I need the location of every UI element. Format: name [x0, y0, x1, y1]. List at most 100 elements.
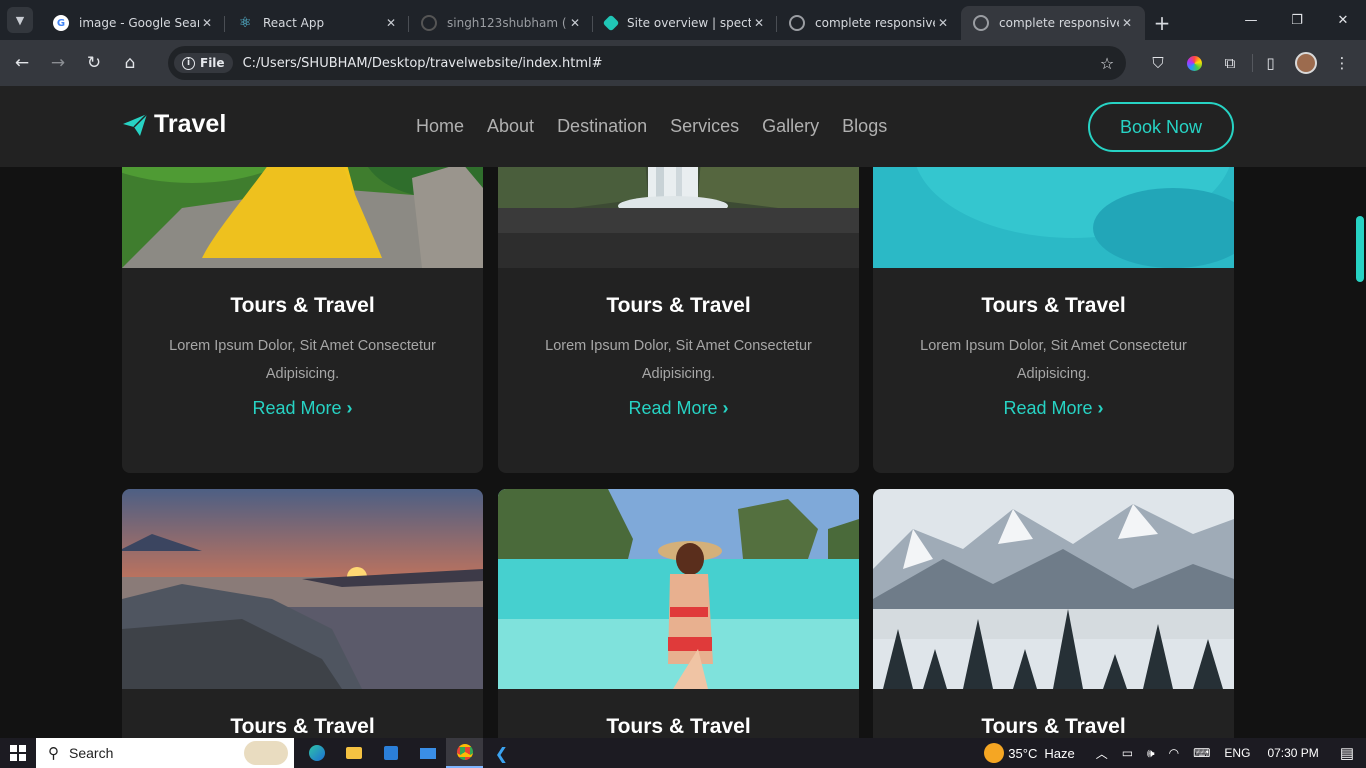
weather-sun-icon: [984, 743, 1005, 763]
tab[interactable]: ⚛ React App ✕: [225, 6, 409, 40]
keyboard-icon[interactable]: ⌨: [1193, 746, 1210, 760]
react-icon: ⚛: [238, 15, 252, 31]
shield-extension-icon[interactable]: ⛉: [1140, 45, 1176, 81]
card-text: Lorem Ipsum Dolor, Sit Amet Consectetur …: [169, 338, 436, 382]
windows-start-icon[interactable]: [0, 738, 36, 768]
puzzle-extensions-icon[interactable]: ⧉: [1212, 45, 1248, 81]
read-more-link[interactable]: Read More ›: [122, 398, 483, 419]
vscode-icon[interactable]: ❮: [483, 738, 520, 768]
close-tab-icon[interactable]: ✕: [1119, 16, 1135, 30]
chrome-icon[interactable]: [446, 738, 483, 768]
netlify-icon: [602, 14, 620, 32]
minimize-icon[interactable]: —: [1228, 0, 1274, 40]
close-tab-icon[interactable]: ✕: [383, 16, 399, 30]
bookmark-star-icon[interactable]: ☆: [1094, 54, 1120, 73]
info-icon: i: [182, 56, 195, 70]
site-nav: Home About Destination Services Gallery …: [416, 116, 887, 137]
page-scrollbar-thumb[interactable]: [1356, 216, 1364, 282]
nav-blogs[interactable]: Blogs: [842, 116, 887, 137]
card-title: Tours & Travel: [606, 294, 751, 317]
mail-icon[interactable]: [409, 738, 446, 768]
card-title: Tours & Travel: [230, 294, 375, 317]
weather-temp[interactable]: 35°C: [1008, 746, 1037, 761]
globe-icon: [789, 15, 805, 31]
store-icon[interactable]: [372, 738, 409, 768]
github-icon: [421, 15, 437, 31]
url-text[interactable]: C:/Users/SHUBHAM/Desktop/travelwebsite/i…: [243, 56, 1094, 71]
reload-icon[interactable]: ↻: [76, 45, 112, 81]
page-viewport: Travel Home About Destination Services G…: [0, 86, 1366, 738]
close-tab-icon[interactable]: ✕: [567, 16, 583, 30]
search-highlight-icon: [244, 741, 288, 765]
google-icon: G: [53, 15, 69, 31]
chevron-right-icon: ›: [346, 398, 353, 418]
nav-gallery[interactable]: Gallery: [762, 116, 819, 137]
edge-icon[interactable]: [298, 738, 335, 768]
forward-icon[interactable]: →: [40, 45, 76, 81]
avatar: [1295, 52, 1317, 74]
tab-active[interactable]: complete responsive ✕: [961, 6, 1145, 40]
file-explorer-icon[interactable]: [335, 738, 372, 768]
globe-icon: [973, 15, 989, 31]
menu-kebab-icon[interactable]: ⋮: [1324, 45, 1360, 81]
windows-taskbar: ⚲ Search ❮ 35°C Haze ︿ ▭ 🕪 ◠ ⌨ ENG 07:30…: [0, 738, 1366, 768]
language-indicator[interactable]: ENG: [1224, 746, 1250, 760]
site-header: Travel Home About Destination Services G…: [0, 86, 1366, 167]
new-tab-button[interactable]: +: [1145, 6, 1179, 40]
tab-strip: ▼ G image - Google Searc ✕ ⚛ React App ✕…: [0, 0, 1366, 40]
chevron-up-icon[interactable]: ︿: [1096, 745, 1108, 762]
site-info-chip[interactable]: i File: [174, 53, 233, 73]
card-image-sunset-coast: [122, 489, 483, 689]
tab[interactable]: singh123shubham (SI ✕: [409, 6, 593, 40]
card-title: Tours & Travel: [230, 715, 375, 738]
nav-home[interactable]: Home: [416, 116, 464, 137]
brand-logo[interactable]: Travel: [122, 110, 226, 139]
battery-icon[interactable]: ▭: [1122, 746, 1133, 760]
card-title: Tours & Travel: [606, 715, 751, 738]
system-tray: 35°C Haze ︿ ▭ 🕪 ◠ ⌨ ENG 07:30 PM ▤: [977, 738, 1366, 768]
address-bar[interactable]: i File C:/Users/SHUBHAM/Desktop/travelweb…: [168, 46, 1126, 80]
tab[interactable]: G image - Google Searc ✕: [41, 6, 225, 40]
window-controls: — ❐ ✕: [1228, 0, 1366, 40]
restore-icon[interactable]: ❐: [1274, 0, 1320, 40]
book-now-button[interactable]: Book Now: [1088, 102, 1234, 152]
card: Tours & Travel: [122, 489, 483, 738]
card: Tours & Travel: [873, 489, 1234, 738]
side-panel-icon[interactable]: ▯: [1252, 54, 1288, 72]
close-tab-icon[interactable]: ✕: [935, 16, 951, 30]
card: Tours & Travel: [498, 489, 859, 738]
clock[interactable]: 07:30 PM: [1267, 746, 1318, 760]
close-tab-icon[interactable]: ✕: [199, 16, 215, 30]
wifi-icon[interactable]: ◠: [1169, 746, 1179, 760]
color-extension-icon[interactable]: [1176, 45, 1212, 81]
notification-icon[interactable]: ▤: [1340, 744, 1354, 762]
card-text: Lorem Ipsum Dolor, Sit Amet Consectetur …: [545, 338, 812, 382]
tab-search-button[interactable]: ▼: [7, 7, 33, 33]
card-title: Tours & Travel: [981, 715, 1126, 738]
card-title: Tours & Travel: [981, 294, 1126, 317]
nav-services[interactable]: Services: [670, 116, 739, 137]
read-more-link[interactable]: Read More ›: [498, 398, 859, 419]
nav-destination[interactable]: Destination: [557, 116, 647, 137]
chevron-right-icon: ›: [1097, 398, 1104, 418]
profile-avatar[interactable]: [1288, 45, 1324, 81]
taskbar-search[interactable]: ⚲ Search: [36, 738, 294, 768]
chevron-right-icon: ›: [722, 398, 729, 418]
volume-icon[interactable]: 🕪: [1147, 746, 1155, 761]
tab[interactable]: complete responsive ✕: [777, 6, 961, 40]
taskbar-apps: ❮: [298, 738, 520, 768]
home-icon[interactable]: ⌂: [112, 45, 148, 81]
close-window-icon[interactable]: ✕: [1320, 0, 1366, 40]
card-image-beach-woman: [498, 489, 859, 689]
paper-plane-icon: [123, 112, 148, 136]
weather-desc[interactable]: Haze: [1044, 746, 1074, 761]
close-tab-icon[interactable]: ✕: [751, 16, 767, 30]
browser-toolbar: ← → ↻ ⌂ i File C:/Users/SHUBHAM/Desktop/t…: [0, 40, 1366, 86]
read-more-link[interactable]: Read More ›: [873, 398, 1234, 419]
search-icon: ⚲: [48, 745, 59, 762]
card-text: Lorem Ipsum Dolor, Sit Amet Consectetur …: [920, 338, 1187, 382]
tab[interactable]: Site overview | specta ✕: [593, 6, 777, 40]
back-icon[interactable]: ←: [4, 45, 40, 81]
nav-about[interactable]: About: [487, 116, 534, 137]
card-image-snow-mountains: [873, 489, 1234, 689]
